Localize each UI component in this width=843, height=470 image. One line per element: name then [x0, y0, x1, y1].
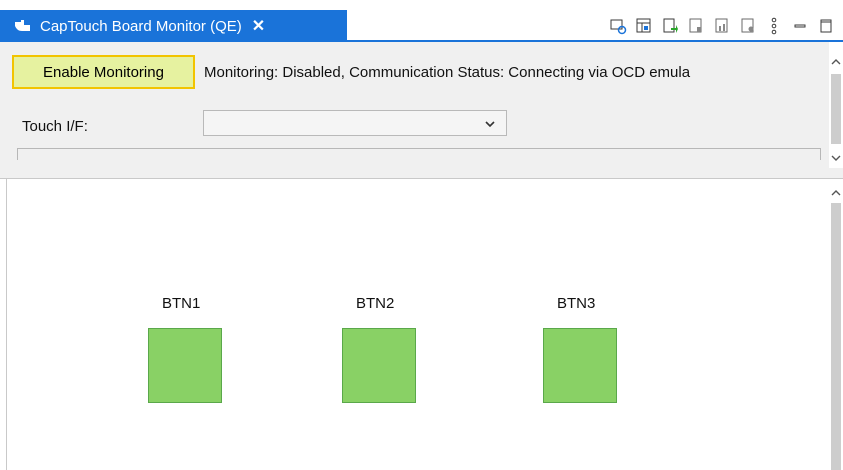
scrollbar-thumb[interactable]	[831, 203, 841, 470]
btn1-label: BTN1	[162, 295, 201, 312]
view-toolbar	[609, 12, 843, 40]
controls-scrollbar[interactable]	[829, 42, 843, 168]
tab-close-icon[interactable]: ✕	[252, 16, 265, 36]
tab-title: CapTouch Board Monitor (QE)	[40, 17, 242, 35]
view-tab-bar: CapTouch Board Monitor (QE) ✕	[0, 0, 843, 42]
btn3-label: BTN3	[557, 295, 596, 312]
button-monitor-panel: BTN1 BTN2 BTN3	[6, 179, 830, 470]
view-menu-icon[interactable]	[765, 17, 783, 35]
touch-if-label: Touch I/F:	[22, 118, 88, 135]
monitor-controls: Enable Monitoring Monitoring: Disabled, …	[0, 42, 829, 169]
scroll-down-icon[interactable]	[830, 150, 842, 168]
panel-scrollbar[interactable]	[829, 179, 843, 470]
save-icon[interactable]	[687, 17, 705, 35]
maximize-icon[interactable]	[817, 17, 835, 35]
scroll-up-icon[interactable]	[830, 54, 842, 72]
chart-icon[interactable]	[713, 17, 731, 35]
import-icon[interactable]	[739, 17, 757, 35]
sash-divider[interactable]	[0, 168, 843, 179]
enable-monitoring-button[interactable]: Enable Monitoring	[12, 55, 195, 89]
hand-touch-icon	[12, 17, 34, 35]
table-view-icon[interactable]	[635, 17, 653, 35]
minimize-icon[interactable]	[791, 17, 809, 35]
tab-captouch-board-monitor[interactable]: CapTouch Board Monitor (QE) ✕	[0, 10, 347, 42]
btn2-label: BTN2	[356, 295, 395, 312]
btn3-indicator[interactable]	[543, 328, 617, 403]
btn1-indicator[interactable]	[148, 328, 222, 403]
scroll-up-icon[interactable]	[830, 185, 842, 203]
chevron-down-icon	[484, 117, 496, 135]
btn2-indicator[interactable]	[342, 328, 416, 403]
monitoring-status: Monitoring: Disabled, Communication Stat…	[204, 64, 691, 81]
status-progress-bar	[17, 148, 821, 160]
touch-if-dropdown[interactable]	[203, 110, 507, 136]
scrollbar-thumb[interactable]	[831, 74, 841, 144]
export-icon[interactable]	[661, 17, 679, 35]
refresh-board-icon[interactable]	[609, 17, 627, 35]
